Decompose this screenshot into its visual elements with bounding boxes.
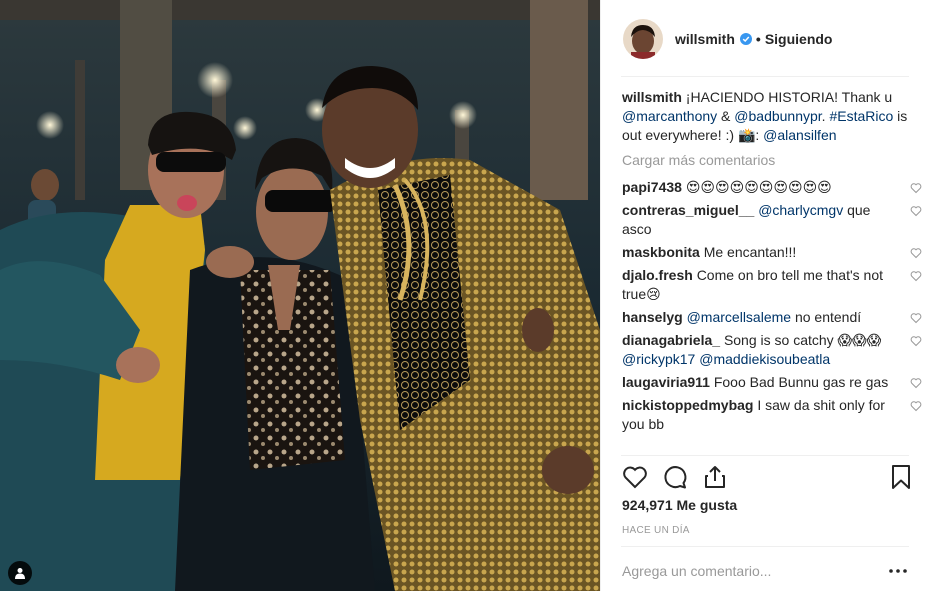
comment-mention[interactable]: @charlycmgv: [758, 202, 843, 218]
comment-username[interactable]: contreras_miguel__: [622, 202, 754, 218]
post-timestamp[interactable]: HACE UN DÍA: [622, 525, 690, 536]
more-options-icon[interactable]: [888, 568, 908, 574]
avatar[interactable]: [623, 18, 663, 59]
comment-item: dianagabriela_ Song is so catchy 😱😱😱 @ri…: [622, 331, 922, 369]
bookmark-icon[interactable]: [888, 464, 914, 490]
comment-item: djalo.fresh Come on bro tell me that's n…: [622, 266, 922, 304]
comment-username[interactable]: nickistoppedmybag: [622, 397, 753, 413]
caption-mention-marcanthony[interactable]: @marcanthony: [622, 108, 717, 124]
comment-item: contreras_miguel__ @charlycmgv que asco: [622, 201, 922, 239]
comment-box-divider: [621, 546, 909, 547]
caption-hashtag[interactable]: #EstaRico: [829, 108, 893, 124]
heart-icon[interactable]: [910, 270, 922, 282]
comment-text: 😍😍😍😍😍😍😍😍😍😍: [685, 179, 832, 195]
post-photo[interactable]: [0, 0, 600, 591]
heart-icon[interactable]: [910, 377, 922, 389]
comment-item: papi7438 😍😍😍😍😍😍😍😍😍😍: [622, 178, 922, 197]
header-divider: [621, 76, 909, 77]
heart-icon[interactable]: [910, 400, 922, 412]
comment-username[interactable]: papi7438: [622, 179, 682, 195]
comment-item: nickistoppedmybag I saw da shit only for…: [622, 396, 922, 434]
caption-mention-badbunnypr[interactable]: @badbunnypr: [734, 108, 821, 124]
actions-divider: [621, 455, 909, 456]
heart-icon[interactable]: [910, 182, 922, 194]
comments-list: willsmith ¡HACIENDO HISTORIA! Thank u @m…: [622, 88, 922, 438]
comment-text: Song is so catchy 😱😱😱: [723, 332, 882, 348]
header-username[interactable]: willsmith: [675, 31, 735, 47]
comment-username[interactable]: dianagabriela_: [622, 332, 720, 348]
add-comment-input[interactable]: Agrega un comentario...: [622, 563, 771, 579]
caption-text: &: [717, 108, 735, 124]
caption-mention-alansilfen[interactable]: @alansilfen: [763, 127, 836, 143]
heart-icon[interactable]: [910, 312, 922, 324]
likes-count[interactable]: 924,971 Me gusta: [622, 497, 737, 513]
caption-text: ¡HACIENDO HISTORIA! Thank u: [685, 89, 893, 105]
comment-item: maskbonita Me encantan!!!: [622, 243, 922, 262]
comment-item: laugaviria911 Fooo Bad Bunnu gas re gas: [622, 373, 922, 392]
post-actions: [622, 464, 914, 492]
photo-illustration: [0, 0, 600, 591]
post-side-panel: willsmith • Siguiendo willsmith ¡HACIEND…: [600, 0, 935, 591]
verified-badge-icon: [739, 32, 752, 45]
comment-username[interactable]: hanselyg: [622, 309, 683, 325]
heart-icon[interactable]: [910, 247, 922, 259]
caption: willsmith ¡HACIENDO HISTORIA! Thank u @m…: [622, 88, 922, 145]
post-header: willsmith • Siguiendo: [601, 0, 935, 77]
comment-username[interactable]: laugaviria911: [622, 374, 710, 390]
comment-username[interactable]: djalo.fresh: [622, 267, 693, 283]
load-more-comments-button[interactable]: Cargar más comentarios: [622, 151, 922, 170]
comment-text: Fooo Bad Bunnu gas re gas: [713, 374, 889, 390]
comment-mention[interactable]: @marcellsaleme: [687, 309, 791, 325]
comment-text: no entendí: [791, 309, 862, 325]
comment-mention[interactable]: @maddiekisoubeatla: [699, 351, 830, 367]
comment-text: Me encantan!!!: [703, 244, 797, 260]
header-separator: •: [755, 30, 761, 47]
caption-username[interactable]: willsmith: [622, 89, 682, 105]
heart-icon[interactable]: [910, 205, 922, 217]
user-tag-icon[interactable]: [8, 561, 32, 585]
heart-icon[interactable]: [622, 464, 648, 490]
follow-status-button[interactable]: Siguiendo: [765, 31, 833, 47]
heart-icon[interactable]: [910, 335, 922, 347]
comment-item: hanselyg @marcellsaleme no entendí: [622, 308, 922, 327]
instagram-post: willsmith • Siguiendo willsmith ¡HACIEND…: [0, 0, 935, 591]
share-icon[interactable]: [702, 464, 728, 490]
comment-icon[interactable]: [662, 464, 688, 490]
comment-username[interactable]: maskbonita: [622, 244, 700, 260]
comment-mention[interactable]: @rickypk17: [622, 351, 695, 367]
